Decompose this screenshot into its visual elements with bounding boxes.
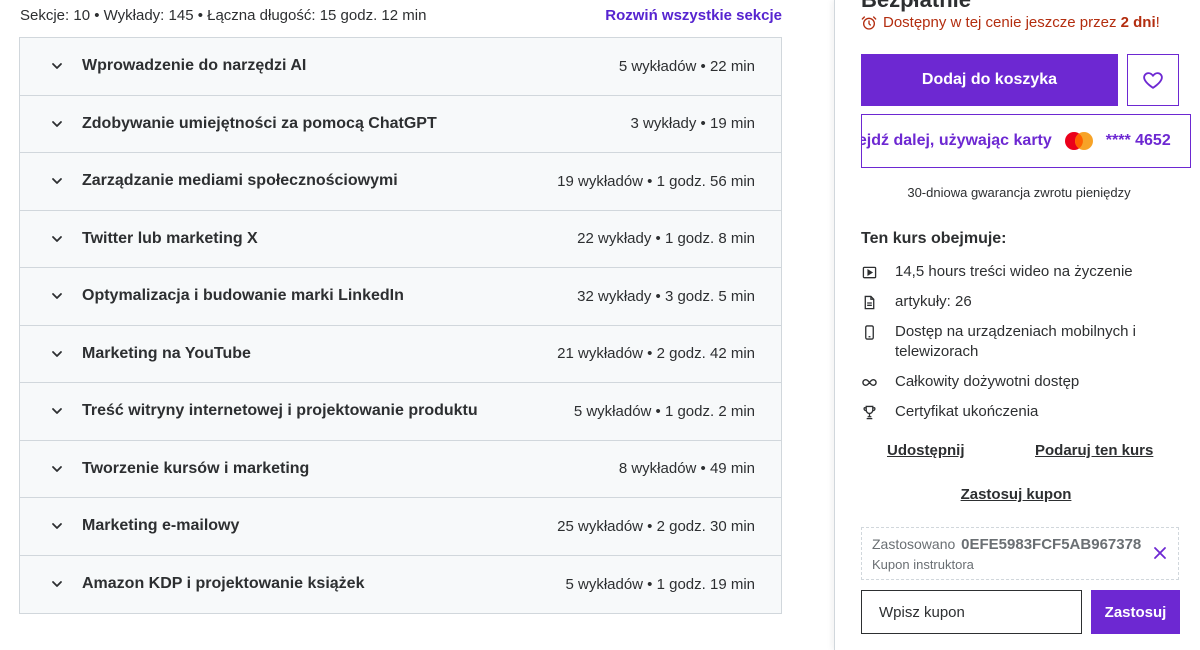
chevron-down-icon <box>50 462 64 476</box>
chevron-down-icon <box>50 174 64 188</box>
section-meta: 32 wykłady • 3 godz. 5 min <box>577 287 755 305</box>
apply-coupon-link[interactable]: Zastosuj kupon <box>861 486 1171 503</box>
curriculum-section[interactable]: Amazon KDP i projektowanie książek 5 wykł… <box>20 555 781 613</box>
curriculum-summary: Sekcje: 10 • Wykłady: 145 • Łączna długo… <box>20 6 427 24</box>
includes-item: 14,5 hours treści wideo na życzenie <box>861 262 1161 282</box>
section-title: Amazon KDP i projektowanie książek <box>82 575 365 593</box>
money-back-guarantee: 30-dniowa gwarancja zwrotu pieniędzy <box>907 185 1131 200</box>
price-text: Bezpłatnie <box>861 0 971 12</box>
section-title: Treść witryny internetowej i projektowan… <box>82 402 478 420</box>
deadline-days: 2 dni <box>1120 14 1156 31</box>
section-meta: 5 wykładów • 1 godz. 19 min <box>565 575 755 593</box>
chevron-down-icon <box>50 577 64 591</box>
coupon-input[interactable] <box>861 590 1082 634</box>
section-meta: 5 wykładów • 22 min <box>618 57 755 75</box>
chevron-down-icon <box>50 232 64 246</box>
chevron-down-icon <box>50 404 64 418</box>
mobile-icon <box>861 322 877 342</box>
curriculum-section[interactable]: Zarządzanie mediami społecznościowymi 19 … <box>20 153 781 211</box>
curriculum-section[interactable]: Tworzenie kursów i marketing 8 wykładów •… <box>20 440 781 498</box>
applied-prefix: Zastosowano <box>872 536 956 552</box>
includes-item-text: artykuły: 26 <box>895 293 972 310</box>
chevron-down-icon <box>50 59 64 73</box>
section-title: Wprowadzenie do narzędzi AI <box>82 57 307 75</box>
apply-coupon-button[interactable]: Zastosuj <box>1091 590 1180 634</box>
applied-coupon-line: Zastosowano 0EFE5983FCF5AB967378 <box>872 536 1168 553</box>
video-icon <box>861 262 877 282</box>
section-title: Marketing na YouTube <box>82 344 251 362</box>
includes-item: Całkowity dożywotni dostęp <box>861 372 1161 392</box>
includes-title: Ten kurs obejmuje: <box>861 230 1007 247</box>
share-gift-row: Udostępnij Podaruj ten kurs <box>861 442 1191 462</box>
alarm-clock-icon <box>861 15 877 30</box>
chevron-down-icon <box>50 519 64 533</box>
applied-coupon-code: 0EFE5983FCF5AB967378 <box>961 536 1142 553</box>
expand-all-sections-link[interactable]: Rozwiń wszystkie sekcje <box>605 7 782 24</box>
section-title: Zarządzanie mediami społecznościowymi <box>82 172 398 190</box>
card-number: **** 4652 <box>1105 132 1171 149</box>
wishlist-button[interactable] <box>1127 54 1179 106</box>
includes-item: Certyfikat ukończenia <box>861 402 1161 422</box>
mastercard-icon <box>1064 132 1093 150</box>
curriculum-section[interactable]: Twitter lub marketing X 22 wykłady • 1 go… <box>20 210 781 268</box>
section-title: Twitter lub marketing X <box>82 229 258 247</box>
curriculum-section[interactable]: Optymalizacja i budowanie marki LinkedIn… <box>20 268 781 326</box>
includes-item-text: Dostęp na urządzeniach mobilnych i telew… <box>895 323 1136 360</box>
includes-item-text: Całkowity dożywotni dostęp <box>895 373 1080 390</box>
chevron-down-icon <box>50 117 64 131</box>
trophy-icon <box>861 402 877 422</box>
section-meta: 25 wykładów • 2 godz. 30 min <box>557 517 755 535</box>
section-meta: 5 wykładów • 1 godz. 2 min <box>573 402 755 420</box>
heart-icon <box>1143 72 1163 89</box>
includes-item-text: 14,5 hours treści wideo na życzenie <box>895 263 1133 280</box>
section-title: Zdobywanie umiejętności za pomocą ChatGP… <box>82 114 437 132</box>
gift-course-link[interactable]: Podaruj ten kurs <box>1035 442 1153 459</box>
section-title: Optymalizacja i budowanie marki LinkedIn <box>82 287 404 305</box>
applied-coupon-type: Kupon instruktora <box>872 557 974 572</box>
infinity-icon <box>861 372 877 392</box>
curriculum-section[interactable]: Marketing na YouTube 21 wykładów • 2 godz… <box>20 325 781 383</box>
section-meta: 22 wykłady • 1 godz. 8 min <box>577 230 755 248</box>
price-deadline: Dostępny w tej cenie jeszcze przez 2 dni… <box>861 14 1160 31</box>
section-meta: 8 wykładów • 49 min <box>618 460 755 478</box>
card-button-label: Przejdź dalej, używając karty <box>861 132 1052 149</box>
section-meta: 3 wykłady • 19 min <box>630 115 755 133</box>
section-title: Tworzenie kursów i marketing <box>82 459 310 477</box>
chevron-down-icon <box>50 347 64 361</box>
remove-coupon-icon[interactable] <box>1152 545 1168 561</box>
curriculum-section[interactable]: Wprowadzenie do narzędzi AI 5 wykładów • … <box>20 38 781 96</box>
applied-coupon-box: Zastosowano 0EFE5983FCF5AB967378 Kupon i… <box>861 527 1179 580</box>
section-meta: 21 wykładów • 2 godz. 42 min <box>557 345 755 363</box>
curriculum-summary-row: Sekcje: 10 • Wykłady: 145 • Łączna długo… <box>20 4 782 26</box>
curriculum-section[interactable]: Zdobywanie umiejętności za pomocą ChatGP… <box>20 95 781 153</box>
add-to-cart-button[interactable]: Dodaj do koszyka <box>861 54 1118 106</box>
price-label: Bezpłatnie <box>861 0 971 13</box>
curriculum-section[interactable]: Marketing e-mailowy 25 wykładów • 2 godz.… <box>20 498 781 556</box>
includes-item: Dostęp na urządzeniach mobilnych i telew… <box>861 322 1161 362</box>
purchase-panel: Bezpłatnie Dostępny w tej cenie jeszcze … <box>834 0 1200 650</box>
curriculum-section[interactable]: Treść witryny internetowej i projektowan… <box>20 383 781 441</box>
includes-item-text: Certyfikat ukończenia <box>895 403 1039 420</box>
deadline-prefix: Dostępny w tej cenie jeszcze przez <box>883 14 1117 31</box>
file-icon <box>861 292 877 312</box>
includes-list: 14,5 hours treści wideo na życzenie artyk… <box>861 262 1161 432</box>
section-title: Marketing e-mailowy <box>82 517 240 535</box>
share-link[interactable]: Udostępnij <box>887 442 965 459</box>
pay-with-card-button[interactable]: Przejdź dalej, używając karty **** 4652 <box>861 114 1191 168</box>
section-meta: 19 wykładów • 1 godz. 56 min <box>557 172 755 190</box>
chevron-down-icon <box>50 289 64 303</box>
deadline-suffix: ! <box>1155 14 1160 31</box>
curriculum-sections: Wprowadzenie do narzędzi AI 5 wykładów • … <box>19 37 782 614</box>
includes-item: artykuły: 26 <box>861 292 1161 312</box>
